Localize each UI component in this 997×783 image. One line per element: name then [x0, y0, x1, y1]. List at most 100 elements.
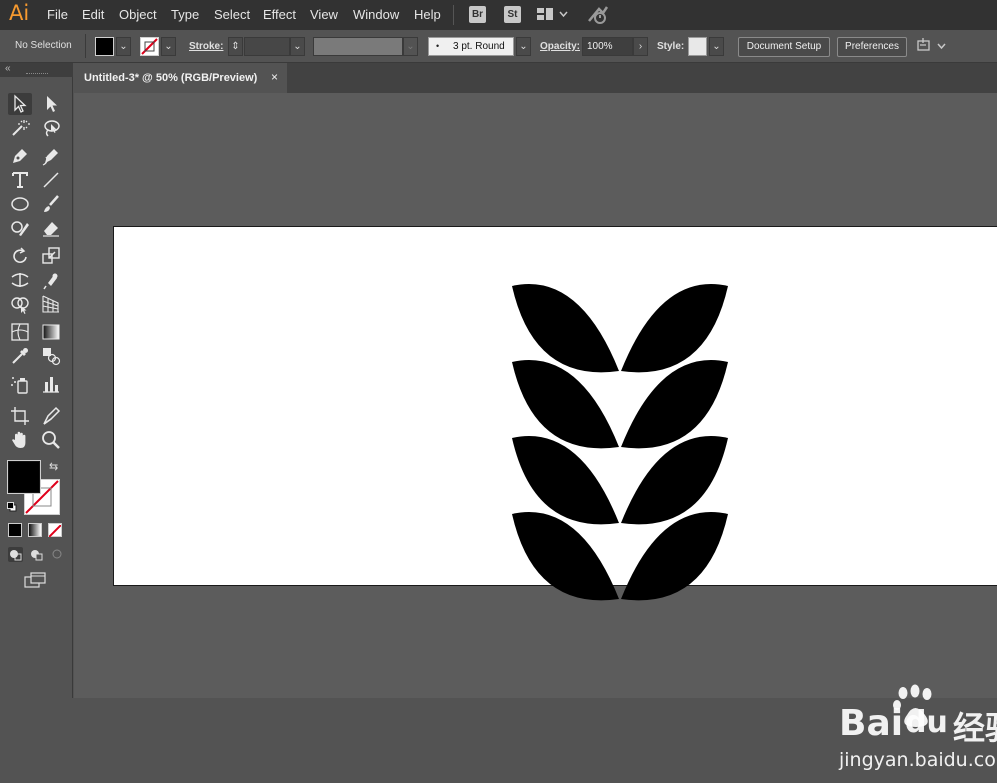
scale-tool-icon[interactable] — [40, 245, 64, 267]
leaf-row[interactable] — [512, 360, 728, 449]
right-leaf[interactable] — [621, 284, 728, 373]
menu-object[interactable]: Object — [119, 7, 157, 22]
baidu-jingyan-watermark: Bai du 经验 jingyan.baidu.com — [837, 683, 997, 783]
gradient-tool-icon[interactable] — [40, 321, 64, 343]
shaper-tool-icon[interactable] — [9, 217, 33, 239]
left-leaf[interactable] — [512, 436, 619, 525]
menu-bar: Ai File Edit Object Type Select Effect V… — [0, 0, 997, 30]
default-colors-icon[interactable] — [7, 499, 17, 512]
document-tab-title: Untitled-3* @ 50% (RGB/Preview) — [84, 72, 258, 84]
blend-tool-icon[interactable] — [40, 345, 64, 367]
shape-builder-tool-icon[interactable] — [9, 293, 33, 315]
paintbrush-tool-icon[interactable] — [40, 193, 64, 215]
draw-inside-icon[interactable] — [50, 547, 65, 562]
style-dropdown[interactable]: ⌄ — [709, 37, 724, 56]
symbol-sprayer-tool-icon[interactable] — [9, 373, 33, 395]
workspace-switcher-icon[interactable] — [537, 8, 569, 27]
graphic-style-swatch[interactable] — [688, 37, 707, 56]
puppet-warp-tool-icon[interactable] — [40, 269, 64, 291]
collapse-panel-icon[interactable]: « — [5, 63, 11, 74]
gpu-performance-icon[interactable] — [587, 5, 609, 30]
stroke-label[interactable]: Stroke: — [189, 41, 223, 52]
opacity-field[interactable]: 100% — [582, 37, 633, 56]
eyedropper-tool-icon[interactable] — [9, 345, 33, 367]
brush-definition-field[interactable]: • 3 pt. Round — [428, 37, 514, 56]
right-leaf[interactable] — [621, 360, 728, 449]
none-mode-button[interactable] — [48, 523, 62, 538]
fill-dropdown[interactable]: ⌄ — [116, 37, 131, 56]
rotate-tool-icon[interactable] — [9, 245, 33, 267]
menu-help[interactable]: Help — [414, 7, 441, 22]
profile-dropdown[interactable]: ⌄ — [403, 37, 418, 56]
pen-tool-icon[interactable] — [9, 145, 33, 167]
app-logo: Ai — [9, 1, 30, 25]
width-tool-icon[interactable] — [9, 269, 33, 291]
mesh-tool-icon[interactable] — [9, 321, 33, 343]
menu-effect[interactable]: Effect — [263, 7, 296, 22]
stroke-swatch[interactable] — [140, 37, 159, 56]
leaf-row[interactable] — [512, 284, 728, 373]
menu-select[interactable]: Select — [214, 7, 250, 22]
curvature-tool-icon[interactable] — [40, 145, 64, 167]
left-leaf[interactable] — [512, 284, 619, 373]
style-label: Style: — [657, 41, 685, 52]
wheat-leaf-artwork[interactable] — [74, 93, 997, 698]
document-tab[interactable]: Untitled-3* @ 50% (RGB/Preview) × — [74, 63, 287, 93]
none-stroke-icon — [141, 38, 158, 55]
toolbar-grip[interactable]: « — [0, 63, 73, 77]
eraser-tool-icon[interactable] — [40, 217, 64, 239]
draw-behind-icon[interactable] — [29, 547, 44, 562]
column-graph-tool-icon[interactable] — [40, 373, 64, 395]
artboard-tool-icon[interactable] — [9, 405, 33, 427]
change-screen-mode-icon[interactable] — [24, 572, 48, 588]
left-leaf[interactable] — [512, 360, 619, 449]
menu-file[interactable]: File — [47, 7, 68, 22]
direct-selection-tool-icon[interactable] — [40, 93, 64, 115]
fill-swatch[interactable] — [95, 37, 114, 56]
type-tool-icon[interactable] — [9, 169, 33, 191]
stock-button[interactable]: St — [504, 6, 521, 23]
stroke-weight-dropdown[interactable]: ⌄ — [290, 37, 305, 56]
left-leaf[interactable] — [512, 512, 619, 601]
document-setup-button[interactable]: Document Setup — [738, 37, 830, 57]
stroke-weight-field[interactable] — [244, 37, 290, 56]
leaf-row[interactable] — [512, 436, 728, 525]
brush-dot-icon: • — [436, 41, 440, 51]
close-tab-icon[interactable]: × — [271, 70, 278, 84]
selection-tool-icon[interactable] — [8, 93, 32, 115]
canvas-workspace[interactable]: Bai du 经验 jingyan.baidu.com — [74, 93, 997, 771]
swap-fill-stroke-icon[interactable]: ⇆ — [49, 460, 58, 473]
line-segment-tool-icon[interactable] — [40, 169, 64, 191]
stroke-weight-stepper[interactable]: ⇕ — [228, 37, 243, 56]
fill-color-box[interactable] — [7, 460, 41, 494]
leaf-row[interactable] — [512, 512, 728, 601]
menu-view[interactable]: View — [310, 7, 338, 22]
zoom-tool-icon[interactable] — [40, 429, 64, 451]
opacity-value: 100% — [587, 41, 613, 52]
menu-edit[interactable]: Edit — [82, 7, 104, 22]
stroke-dropdown[interactable]: ⌄ — [161, 37, 176, 56]
watermark-brand: Bai — [839, 703, 904, 744]
ellipse-tool-icon[interactable] — [9, 193, 33, 215]
color-mode-button[interactable] — [8, 523, 22, 537]
brush-dropdown[interactable]: ⌄ — [516, 37, 531, 56]
perspective-grid-tool-icon[interactable] — [40, 293, 64, 315]
slice-tool-icon[interactable] — [40, 405, 64, 427]
watermark-brand-suffix: du — [905, 705, 948, 740]
grip-handle[interactable] — [26, 73, 48, 76]
right-leaf[interactable] — [621, 436, 728, 525]
gradient-mode-button[interactable] — [28, 523, 42, 537]
arrange-documents-icon[interactable] — [917, 38, 949, 59]
preferences-button[interactable]: Preferences — [837, 37, 907, 57]
lasso-tool-icon[interactable] — [40, 117, 64, 139]
hand-tool-icon[interactable] — [9, 429, 33, 451]
menu-window[interactable]: Window — [353, 7, 399, 22]
draw-normal-icon[interactable] — [8, 547, 23, 562]
magic-wand-tool-icon[interactable] — [9, 117, 33, 139]
bridge-button[interactable]: Br — [469, 6, 486, 23]
opacity-arrow[interactable]: › — [633, 37, 648, 56]
variable-width-profile[interactable] — [313, 37, 403, 56]
opacity-label[interactable]: Opacity: — [540, 41, 580, 52]
right-leaf[interactable] — [621, 512, 728, 601]
menu-type[interactable]: Type — [171, 7, 199, 22]
